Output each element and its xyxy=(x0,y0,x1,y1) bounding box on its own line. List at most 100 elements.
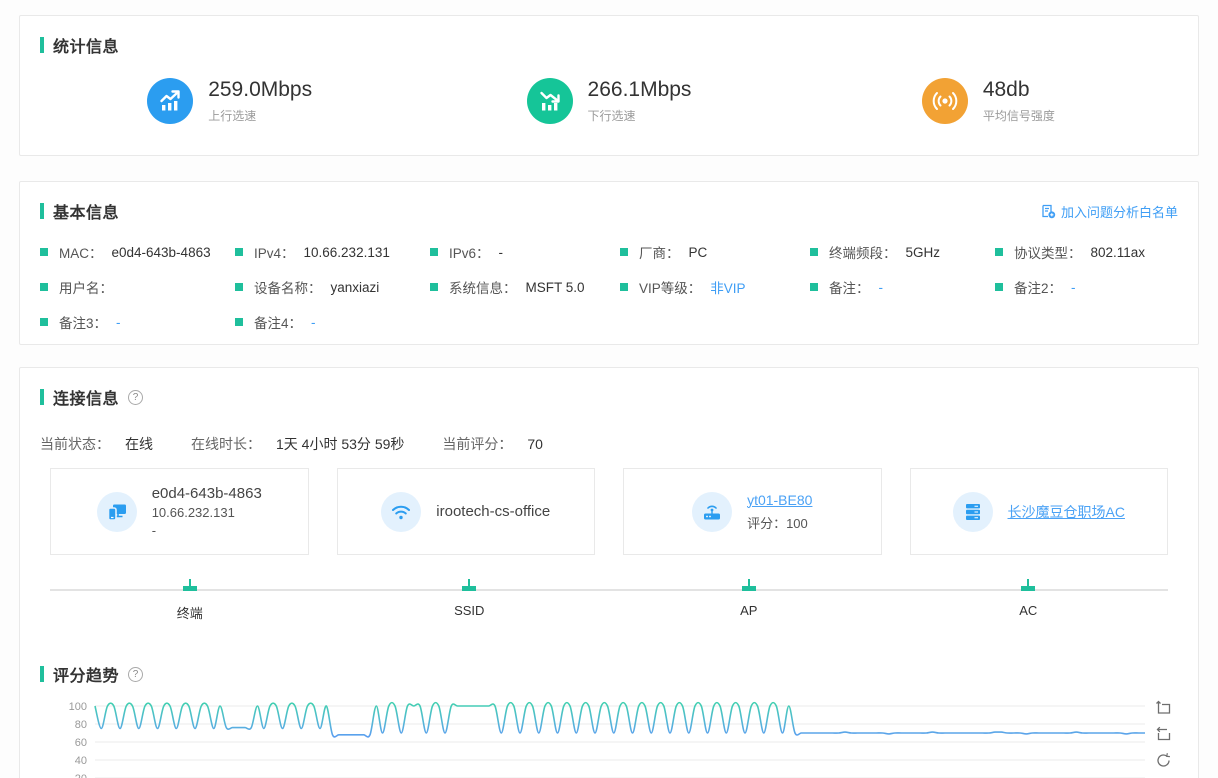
terminal-devices-icon xyxy=(96,491,137,532)
bullet-square xyxy=(620,248,628,256)
node-marker-icon xyxy=(182,579,197,591)
field-username: 用户名： xyxy=(40,277,235,297)
svg-text:20: 20 xyxy=(75,773,87,778)
node-ac: AC xyxy=(889,579,1169,625)
add-whitelist-label: 加入问题分析白名单 xyxy=(1060,204,1178,220)
section-accent-bar xyxy=(40,203,44,219)
node-marker-icon xyxy=(462,579,477,591)
svg-text:80: 80 xyxy=(75,719,87,731)
trend-title: 评分趋势 xyxy=(53,668,120,685)
terminal-extra: - xyxy=(151,523,157,538)
ap-score: 评分：100 xyxy=(747,515,808,531)
basic-header: 基本信息 加入问题分析白名单 xyxy=(20,182,1198,223)
bullet-square xyxy=(995,248,1003,256)
downlink-value: 266.1Mbps xyxy=(587,78,692,101)
ac-name-link[interactable]: 长沙魔豆仓职场AC xyxy=(1008,502,1125,522)
node-terminal: 终端 xyxy=(50,579,330,625)
uplink-stat: 259.0Mbps 上行选速 xyxy=(40,78,419,124)
field-mac: MAC： e0d4-643b-4863 xyxy=(40,242,235,262)
bullet-square xyxy=(430,248,438,256)
uplink-trend-icon xyxy=(147,78,194,124)
field-ipv6: IPv6： - xyxy=(430,242,620,262)
bullet-square xyxy=(995,283,1003,291)
node-marker-icon xyxy=(1021,579,1036,591)
help-icon[interactable]: ? xyxy=(128,666,144,682)
wifi-icon xyxy=(381,491,422,532)
zoom-reset-icon[interactable] xyxy=(1155,726,1172,743)
trend-header: 评分趋势 ? xyxy=(20,645,1198,686)
field-band: 终端频段： 5GHz xyxy=(810,242,995,262)
bullet-square xyxy=(235,248,243,256)
stats-title: 统计信息 xyxy=(53,39,120,56)
section-accent-bar xyxy=(40,666,44,682)
field-system-info: 系统信息： MSFT 5.0 xyxy=(430,277,620,297)
score-trend-chart[interactable]: 02040608010006/22 00:0006/22 01:0006/22 … xyxy=(40,698,1178,778)
online-duration: 在线时长： 1天 4小时 53分 59秒 xyxy=(191,436,405,452)
signal-stat: 48db 平均信号强度 xyxy=(799,78,1178,124)
field-remark: 备注： - xyxy=(810,277,995,297)
uplink-label: 上行选速 xyxy=(208,109,257,123)
bullet-square xyxy=(430,283,438,291)
stats-row: 259.0Mbps 上行选速 266.1Mbps 下行选速 48db 平均信号强… xyxy=(20,78,1198,124)
downlink-trend-icon xyxy=(526,78,573,124)
terminal-ip: 10.66.232.131 xyxy=(151,505,235,520)
field-remark2: 备注2： - xyxy=(995,277,1178,297)
node-ssid: SSID xyxy=(330,579,610,625)
downlink-label: 下行选速 xyxy=(587,109,636,123)
bullet-square xyxy=(40,318,48,326)
zoom-box-icon[interactable] xyxy=(1155,700,1172,717)
terminal-mac: e0d4-643b-4863 xyxy=(151,485,262,502)
help-icon[interactable]: ? xyxy=(128,389,144,405)
svg-text:60: 60 xyxy=(75,737,87,749)
ssid-name: irootech-cs-office xyxy=(436,503,551,520)
bullet-square xyxy=(235,283,243,291)
signal-label: 平均信号强度 xyxy=(982,109,1055,123)
uplink-value: 259.0Mbps xyxy=(208,78,313,101)
restore-icon[interactable] xyxy=(1155,752,1172,769)
current-status: 当前状态： 在线 xyxy=(40,436,153,452)
ssid-card: irootech-cs-office xyxy=(336,468,595,555)
ac-card: 长沙魔豆仓职场AC xyxy=(909,468,1168,555)
field-vip-level: VIP等级： 非VIP xyxy=(620,277,810,297)
field-remark3: 备注3： - xyxy=(40,312,235,332)
basic-info-panel: 基本信息 加入问题分析白名单 MAC： e0d4-643b-4863 IPv4： 1… xyxy=(19,181,1199,345)
section-accent-bar xyxy=(40,389,44,405)
connection-status-row: 当前状态： 在线 在线时长： 1天 4小时 53分 59秒 当前评分： 70 xyxy=(20,434,1198,454)
section-accent-bar xyxy=(40,37,44,53)
trend-line-canvas[interactable]: 02040608010006/22 00:0006/22 01:0006/22 … xyxy=(40,698,1160,778)
signal-strength-icon xyxy=(921,78,968,124)
field-protocol: 协议类型： 802.11ax xyxy=(995,242,1178,262)
signal-value: 48db xyxy=(982,78,1030,101)
basic-fields-grid: MAC： e0d4-643b-4863 IPv4： 10.66.232.131 IP… xyxy=(20,242,1198,332)
chart-toolbox xyxy=(1155,700,1172,778)
svg-text:100: 100 xyxy=(69,701,87,713)
connection-header: 连接信息 ? xyxy=(20,368,1198,409)
add-whitelist-link[interactable]: 加入问题分析白名单 xyxy=(1040,202,1178,221)
stats-panel: 统计信息 259.0Mbps 上行选速 266.1Mbps 下行选速 48db … xyxy=(19,15,1199,156)
ap-card: yt01-BE80 评分：100 xyxy=(623,468,882,555)
connection-panel: 连接信息 ? 当前状态： 在线 在线时长： 1天 4小时 53分 59秒 当前评分：… xyxy=(19,367,1199,778)
bullet-square xyxy=(810,283,818,291)
field-remark4: 备注4： - xyxy=(235,312,430,332)
bullet-square xyxy=(40,248,48,256)
ap-router-icon xyxy=(692,491,733,532)
field-vendor: 厂商： PC xyxy=(620,242,810,262)
bullet-square xyxy=(810,248,818,256)
topology-cards: e0d4-643b-4863 10.66.232.131 - irootech-… xyxy=(50,468,1168,555)
ap-name-link[interactable]: yt01-BE80 xyxy=(747,492,812,508)
stats-header: 统计信息 xyxy=(20,16,1198,57)
current-score: 当前评分： 70 xyxy=(442,436,543,452)
node-marker-icon xyxy=(741,579,756,591)
node-ap: AP xyxy=(609,579,889,625)
document-add-icon xyxy=(1042,204,1056,219)
bullet-square xyxy=(235,318,243,326)
downlink-stat: 266.1Mbps 下行选速 xyxy=(419,78,798,124)
field-ipv4: IPv4： 10.66.232.131 xyxy=(235,242,430,262)
terminal-card: e0d4-643b-4863 10.66.232.131 - xyxy=(50,468,309,555)
ac-server-icon xyxy=(952,491,993,532)
bullet-square xyxy=(620,283,628,291)
topology-connector: 终端 SSID AP AC xyxy=(50,579,1168,625)
connection-title: 连接信息 xyxy=(53,391,120,408)
field-device-name: 设备名称： yanxiazi xyxy=(235,277,430,297)
svg-text:40: 40 xyxy=(75,755,87,767)
